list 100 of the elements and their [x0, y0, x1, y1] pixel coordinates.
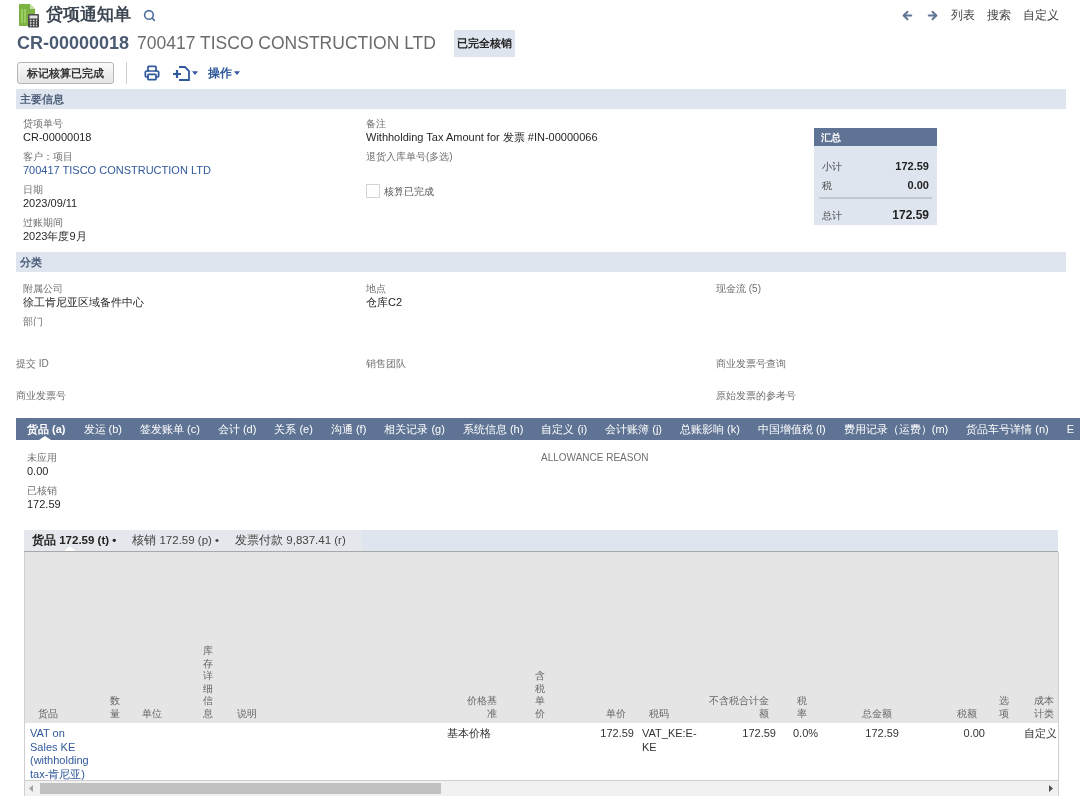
- scroll-right-icon[interactable]: [1049, 785, 1053, 792]
- record-name: 700417 TISCO CONSTRUCTION LTD: [137, 32, 436, 56]
- field-label: 商业发票号查询: [716, 358, 786, 369]
- field-label: 已核销: [27, 484, 57, 497]
- caret-icon: [234, 71, 240, 75]
- field-label: 客户：项目: [23, 150, 73, 163]
- item-link[interactable]: VAT on Sales KE (withholding tax-肯尼亚): [30, 727, 95, 782]
- field-value: 2023年度9月: [23, 229, 87, 243]
- column-header: 单价: [606, 707, 626, 720]
- nav-link[interactable]: 列表: [951, 6, 975, 24]
- field-value: CR-00000018: [23, 130, 92, 144]
- column-header: 成本计类: [1034, 695, 1055, 720]
- table-cell: 172.59: [600, 727, 634, 741]
- table-cell: 0.0%: [793, 727, 819, 741]
- field-label: 商业发票号: [16, 390, 66, 401]
- field-link[interactable]: 700417 TISCO CONSTRUCTION LTD: [23, 163, 211, 177]
- column-header: 不含税合计金额: [708, 695, 769, 720]
- tab-pointer-icon: [64, 546, 77, 551]
- checkbox-label: 核算已完成: [384, 185, 434, 198]
- subtab[interactable]: 货品 172.59 (t) •: [24, 530, 125, 551]
- tab[interactable]: 发运 (b): [74, 418, 131, 440]
- summary-value: 0.00: [907, 178, 929, 194]
- tab[interactable]: 中国增值税 (l): [748, 418, 835, 440]
- page-title: 贷项通知单: [46, 4, 131, 27]
- checkbox[interactable]: [366, 184, 380, 198]
- tab[interactable]: 货品 (a): [18, 418, 75, 440]
- tab[interactable]: E: [1057, 418, 1080, 440]
- field-label: 部门: [23, 315, 43, 328]
- tab[interactable]: 会计 (d): [208, 418, 266, 440]
- table-cell: 172.59: [742, 727, 776, 741]
- subtab[interactable]: 发票付款 9,837.41 (r): [227, 530, 354, 551]
- field-label: 日期: [23, 183, 43, 196]
- mark-complete-button[interactable]: 标记核算已完成: [17, 62, 114, 84]
- add-document-icon[interactable]: [172, 65, 190, 81]
- column-header: 税率: [797, 695, 807, 720]
- tab[interactable]: 系统信息 (h): [453, 418, 533, 440]
- tab[interactable]: 货品车号详情 (n): [957, 418, 1058, 440]
- column-header: 说明: [237, 707, 257, 720]
- field-label: 备注: [366, 117, 386, 130]
- field-value: 仓库C2: [366, 295, 403, 309]
- summary-header: 汇总: [814, 128, 937, 146]
- document-calculator-icon: [18, 2, 40, 28]
- tab-pointer-icon: [39, 436, 52, 440]
- summary-label: 税: [822, 179, 832, 193]
- table-cell-text: VAT_KE:E-KE: [642, 727, 698, 755]
- subtab[interactable]: 核销 172.59 (p) •: [124, 530, 228, 551]
- tab[interactable]: 总账影响 (k): [671, 418, 749, 440]
- section-header: 主要信息: [16, 89, 1066, 109]
- summary-label: 总计: [822, 208, 842, 223]
- field-value: 徐工肯尼亚区域备件中心: [23, 295, 144, 309]
- arrow-left-icon[interactable]: [901, 8, 914, 22]
- tab[interactable]: 费用记录（运费）(m): [834, 418, 958, 440]
- tab[interactable]: 相关记录 (g): [375, 418, 454, 440]
- field-label: 贷项单号: [23, 117, 63, 130]
- summary-label: 小计: [822, 160, 842, 174]
- column-header: 库存详细信息: [202, 645, 213, 720]
- field-label: 附属公司: [23, 282, 63, 295]
- tab[interactable]: 自定义 (i): [532, 418, 597, 440]
- column-header: 税额: [957, 707, 977, 720]
- field-label: 未应用: [27, 451, 57, 464]
- table-cell: 0.00: [963, 727, 985, 741]
- table-cell: 172.59: [865, 727, 899, 741]
- field-label: 销售团队: [366, 358, 406, 369]
- tab[interactable]: 会计账簿 (j): [596, 418, 671, 440]
- field-value: 0.00: [27, 464, 49, 478]
- status-badge: 已完全核销: [453, 30, 515, 57]
- field-value: 172.59: [27, 497, 61, 511]
- field-label: 退货入库单号(多选): [366, 150, 453, 163]
- tab[interactable]: 签发账单 (c): [131, 418, 209, 440]
- column-header: 总金额: [862, 707, 892, 720]
- column-header: 含税单价: [535, 670, 545, 720]
- table-cell: 自定义: [1024, 727, 1057, 741]
- printer-icon[interactable]: [144, 65, 160, 81]
- tab[interactable]: 沟通 (f): [321, 418, 376, 440]
- field-label: 过账期间: [23, 216, 63, 229]
- summary-value: 172.59: [892, 207, 929, 224]
- search-icon[interactable]: [143, 8, 156, 22]
- nav-link[interactable]: 自定义: [1023, 6, 1059, 24]
- field-label: ALLOWANCE REASON: [541, 451, 649, 464]
- field-label: 地点: [366, 282, 386, 295]
- horizontal-scrollbar[interactable]: [25, 781, 1058, 796]
- arrow-right-icon[interactable]: [926, 8, 939, 22]
- column-header: 价格基准: [466, 695, 497, 720]
- field-value: 2023/09/11: [23, 196, 78, 210]
- scrollbar-thumb[interactable]: [40, 783, 441, 794]
- field-label: 现金流 (5): [716, 282, 761, 295]
- summary-value: 172.59: [895, 159, 929, 175]
- column-header: 选项: [999, 695, 1009, 720]
- column-header: 货品: [38, 707, 58, 720]
- actions-menu[interactable]: 操作: [208, 64, 240, 82]
- column-header: 税码: [649, 707, 669, 720]
- caret-icon: [192, 71, 198, 75]
- column-header: 单位: [142, 707, 162, 720]
- field-label: 提交 ID: [16, 358, 49, 369]
- table-cell: 基本价格: [447, 727, 491, 741]
- section-header: 分类: [16, 252, 1066, 272]
- field-label: 原始发票的参考号: [716, 390, 796, 401]
- tab[interactable]: 关系 (e): [265, 418, 322, 440]
- record-number: CR-00000018: [17, 32, 130, 55]
- nav-link[interactable]: 搜索: [987, 6, 1011, 24]
